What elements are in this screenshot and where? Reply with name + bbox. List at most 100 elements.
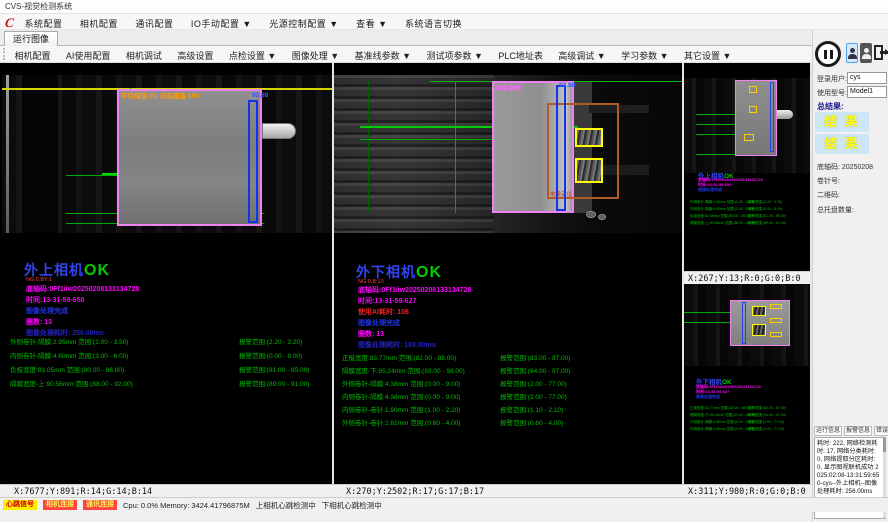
edge-strip [6,75,9,233]
thumb-alarm: 报警范围:(83.00 - 87.00) [748,406,786,411]
exit-button[interactable] [873,43,888,63]
center-elapsed-text: 图像处理耗时: 183.00ms [358,340,436,350]
annotation-box [770,318,782,323]
login-user-label: 登录用户: [817,74,847,84]
left-camera-name: 外上相机 [24,262,84,278]
thumb-alarm: 报警范围:(2.20 - 3.20) [748,200,782,205]
thumb-measurement: 内侧卷针-隔膜:4.38mm 范围:(0.00 - 9.00) [690,427,754,432]
left-ok-status: OK [84,262,110,279]
comm-connect-badge: 通讯连接 [83,500,117,510]
menu-bar: 系统配置 相机配置 通讯配置 IO手动配置 ▼ 光源控制配置 ▼ 查看 ▼ 系统… [0,14,888,30]
log-tab-row: 运行信息 报警信息 错误信息 [814,426,888,436]
left-turns-text: 圈数: 13 [26,317,52,327]
pause-button[interactable] [815,41,841,67]
left-time-text: 时间:13-31-59-650 [26,295,84,305]
thumb-measurement: 负极宽度:83.05mm 范围:(80.00 - 86.00) [690,214,751,219]
tab-run-image[interactable]: 运行图像 [4,31,58,46]
center-done-text: 图像处理完成 [358,318,400,328]
annotation-box [770,304,782,309]
thumb-measurement: 隔膜宽度-上:90.56mm 范围:(88.00 - 92.00) [690,221,756,226]
annotation-box [770,332,782,337]
user-button[interactable] [846,43,858,63]
thumb-done: 图像处理完成 [696,395,720,400]
part-outline-box [117,89,262,226]
measurement-row: 外侧卷针-卷针:2.61mm 范围:(0.60 - 4.00) [342,417,460,427]
machinery-stripes [334,75,494,233]
weld-detect-box [575,128,603,147]
result-badge-top: 结 果 [815,112,869,132]
center-camera-name: 外下相机 [356,264,416,280]
ai-detect-box-label: AI检测框 [495,82,521,92]
thumb-alarm: 报警范围:(89.00 - 91.00) [748,221,786,226]
tray-count-label: 总托盘数量: [817,205,854,215]
login-user-field[interactable]: cys [847,72,887,84]
log-tab-alarm[interactable]: 报警信息 [844,426,872,436]
annotation-box [744,134,754,141]
top-camera-heartbeat-text: 上相机心跳检测中 [256,500,316,511]
blue-measure-box [770,82,774,152]
left-ng-counter: NG:0,BY:1 [26,277,52,283]
alarm-range: 报警范围:(1.10 - 2.10) [500,404,563,414]
thumb-measurement: 隔膜宽度-下:95.24mm 范围:(93.00 - 98.00) [690,413,756,418]
bolt-shape [598,214,606,220]
thumb-measurement: 外侧卷针-隔膜:4.38mm 范围:(0.00 - 9.00) [690,420,754,425]
tab-strip: 运行图像 [0,30,812,46]
cpu-memory-readout: Cpu: 0.0% Memory: 3424.41796875M [123,501,250,510]
bottom-camera-heartbeat-text: 下相机心跳检测中 [322,500,382,511]
blue-measure-value: 93.88 [252,92,268,99]
measurement-row: 隔膜宽度-下:95.24mm 范围:(93.00 - 98.00) [342,365,465,375]
center-time-text: 时间:13-31-59-627 [358,296,416,306]
total-result-label: 总结果: [817,101,844,112]
alarm-range: 报警范围:(2.20 - 3.20) [239,336,302,346]
model-field[interactable]: Model1 [847,86,887,98]
user-icon [848,54,857,59]
thumb-measurement: 正极宽度:83.77mm 范围:(82.00 - 88.00) [690,406,751,411]
center-coord-readout: X:270;Y:2502;R:17;G:17;B:17 [346,487,484,497]
left-camera-view[interactable]: 平均阈值:93, 动态阈值:100 93.88 外上相机OK NG:0,BY:1… [2,66,332,484]
log-tab-run[interactable]: 运行信息 [814,426,842,436]
green-vertical-line [368,81,369,213]
right-control-panel: 登录用户: cys 使用型号: Model1 总结果: 结 果 结 果 底轴码:… [812,30,888,522]
thumbnail-view-bottom[interactable]: 外下相机OK 底轴码:0Ff1iiw20250208133134728 时间:1… [684,284,810,484]
tab-connector-shape [262,123,296,139]
measurement-row: 内侧卷针-隔膜:4.60mm 范围:(3.00 - 6.00) [10,350,128,360]
thumb2-coord-readout: X:311;Y:980;R:0;G:0;B:0 [688,487,806,497]
green-horizontal-line [684,312,736,313]
measurement-row: 隔膜宽度-上:90.56mm 范围:(88.00 - 92.00) [10,378,133,388]
alarm-range: 报警范围:(2.00 - 77.00) [500,391,567,401]
coordinate-strip: X:7677;Y:891;R:14;G:14;B:14 X:270;Y:2502… [0,484,812,497]
measurement-row: 负极宽度:83.05mm 范围:(80.00 - 86.00) [10,364,124,374]
bottom-shaft-code-label: 底轴码: 20250208 [817,162,873,172]
weld-detect-box [752,324,766,336]
pause-icon [830,50,833,59]
measurement-row: 正极宽度:83.77mm 范围:(82.00 - 88.00) [342,352,456,362]
blue-measure-box [742,302,746,344]
pause-icon [824,50,827,59]
center-ai-elapsed-text: 使用AI耗时: 106 [358,307,409,317]
toolbar: 相机配置 AI使用配置 相机调试 高级设置 点检设置 ▼ 图像处理 ▼ 基准线参… [0,46,812,63]
green-vertical-line [455,81,456,213]
alarm-range: 报警范围:(81.00 - 85.00) [239,364,309,374]
center-camera-view[interactable]: AI检测框 电极定位 93.88 外下相机OK NG:0,B:10 底轴码:0F… [334,66,682,484]
winding-needle-label: 卷针号: [817,176,840,186]
measurement-row: 内侧卷针-卷针:1.90mm 范围:(1.00 - 2.20) [342,404,460,414]
measurement-row: 外侧卷针-隔膜:4.38mm 范围:(0.00 - 9.00) [342,378,460,388]
alarm-range: 报警范围:(83.00 - 87.00) [500,352,570,362]
measurement-row: 内侧卷针-隔膜:4.38mm 范围:(0.00 - 9.00) [342,391,460,401]
thumb1-coord-bar: X:267;Y:13;R:0;G:0;B:0 [684,271,810,284]
admin-button[interactable] [860,43,872,63]
alarm-range: 报警范围:(94.00 - 97.00) [500,365,570,375]
bolt-shape [586,211,596,218]
weld-detect-box [752,306,766,316]
heartbeat-status-badge: 心跳信号 [3,500,37,510]
thumb-done: 图像处理完成 [698,188,722,193]
log-tab-error[interactable]: 错误信息 [874,426,888,436]
tab-connector-shape [777,110,793,119]
alarm-range: 报警范围:(89.00 - 91.00) [239,378,309,388]
toolbar-grip[interactable] [3,48,6,60]
annotation-box [749,106,757,113]
thumb1-coord-readout: X:267;Y:13;R:0;G:0;B:0 [688,274,801,284]
green-horizontal-line [684,322,736,323]
thumbnail-view-top[interactable]: 外上相机OK 底轴码:0Ff1iiw20250208133134728 时间:1… [684,66,810,271]
blue-measure-box [248,100,258,223]
